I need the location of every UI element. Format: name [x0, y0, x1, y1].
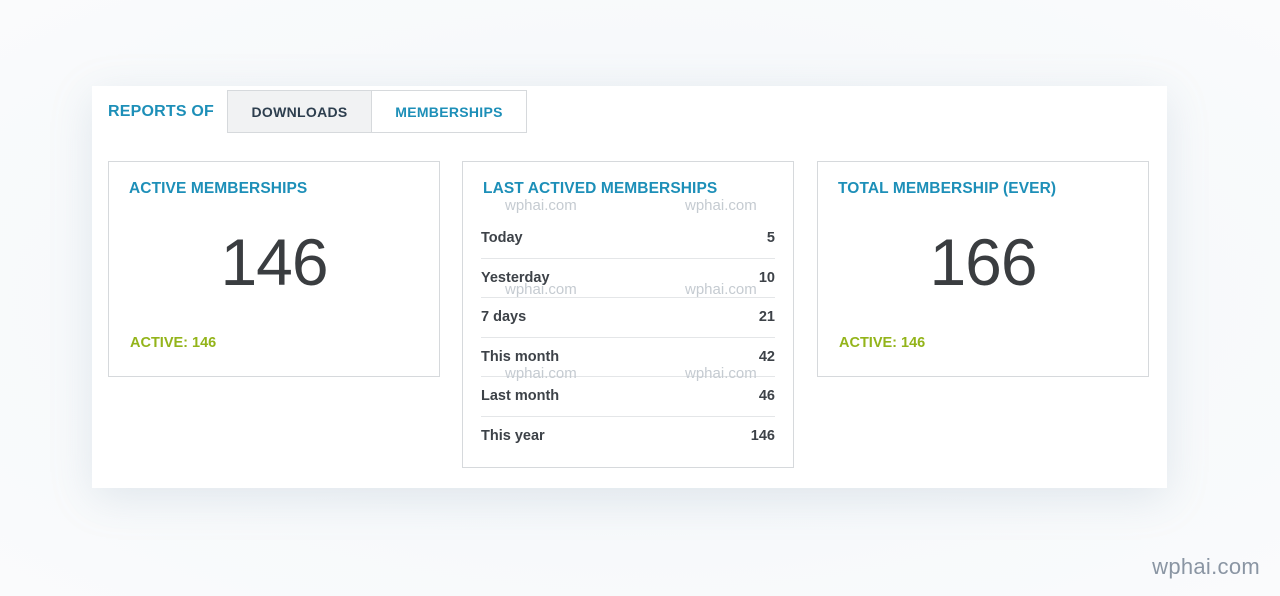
- stat-label: 7 days: [481, 309, 527, 326]
- stat-label: Yesterday: [481, 269, 550, 286]
- active-memberships-count: 146: [220, 225, 328, 299]
- stat-value: 46: [758, 388, 775, 405]
- list-item: 7 days 21: [481, 298, 775, 338]
- stat-label: This month: [481, 348, 560, 365]
- watermark: wphai.com: [505, 197, 577, 214]
- stat-value: 146: [750, 427, 775, 444]
- list-item: This year 146: [481, 417, 775, 456]
- activation-stats-list: Today 5 Yesterday 10 7 days 21 This mont…: [481, 219, 775, 455]
- active-count-footer: ACTIVE: 146: [130, 335, 217, 351]
- reports-tab-bar: REPORTS OF DOWNLOADS MEMBERSHIPS: [108, 90, 528, 133]
- stat-label: This year: [481, 427, 545, 444]
- tab-downloads[interactable]: DOWNLOADS: [228, 91, 373, 132]
- page-background: REPORTS OF DOWNLOADS MEMBERSHIPS ACTIVE …: [0, 0, 1280, 596]
- active-count-footer: ACTIVE: 146: [839, 335, 926, 351]
- stat-value: 10: [758, 269, 775, 286]
- total-membership-count: 166: [929, 225, 1037, 299]
- stat-value: 21: [758, 309, 775, 326]
- stat-value: 42: [758, 348, 775, 365]
- list-item: Yesterday 10: [481, 259, 775, 298]
- reports-of-label: REPORTS OF: [108, 102, 215, 120]
- active-memberships-card: ACTIVE MEMBERSHIPS 146 ACTIVE: 146: [108, 161, 440, 377]
- list-item: This month 42: [481, 338, 775, 377]
- watermark: wphai.com: [685, 197, 757, 214]
- stat-label: Last month: [481, 388, 560, 405]
- total-membership-card: TOTAL MEMBERSHIP (EVER) 166 ACTIVE: 146: [817, 161, 1149, 377]
- report-type-tabs: DOWNLOADS MEMBERSHIPS: [227, 90, 528, 133]
- last-actived-memberships-card: LAST ACTIVED MEMBERSHIPS Today 5 Yesterd…: [462, 161, 794, 468]
- card-title: LAST ACTIVED MEMBERSHIPS: [483, 180, 718, 197]
- watermark: wphai.com: [1152, 554, 1260, 579]
- tab-memberships[interactable]: MEMBERSHIPS: [372, 91, 527, 132]
- card-title: ACTIVE MEMBERSHIPS: [129, 180, 308, 197]
- card-title: TOTAL MEMBERSHIP (EVER): [838, 180, 1057, 197]
- stat-value: 5: [766, 230, 775, 247]
- reports-panel: REPORTS OF DOWNLOADS MEMBERSHIPS ACTIVE …: [92, 86, 1167, 488]
- list-item: Last month 46: [481, 377, 775, 417]
- list-item: Today 5: [481, 219, 775, 259]
- stat-label: Today: [481, 230, 523, 247]
